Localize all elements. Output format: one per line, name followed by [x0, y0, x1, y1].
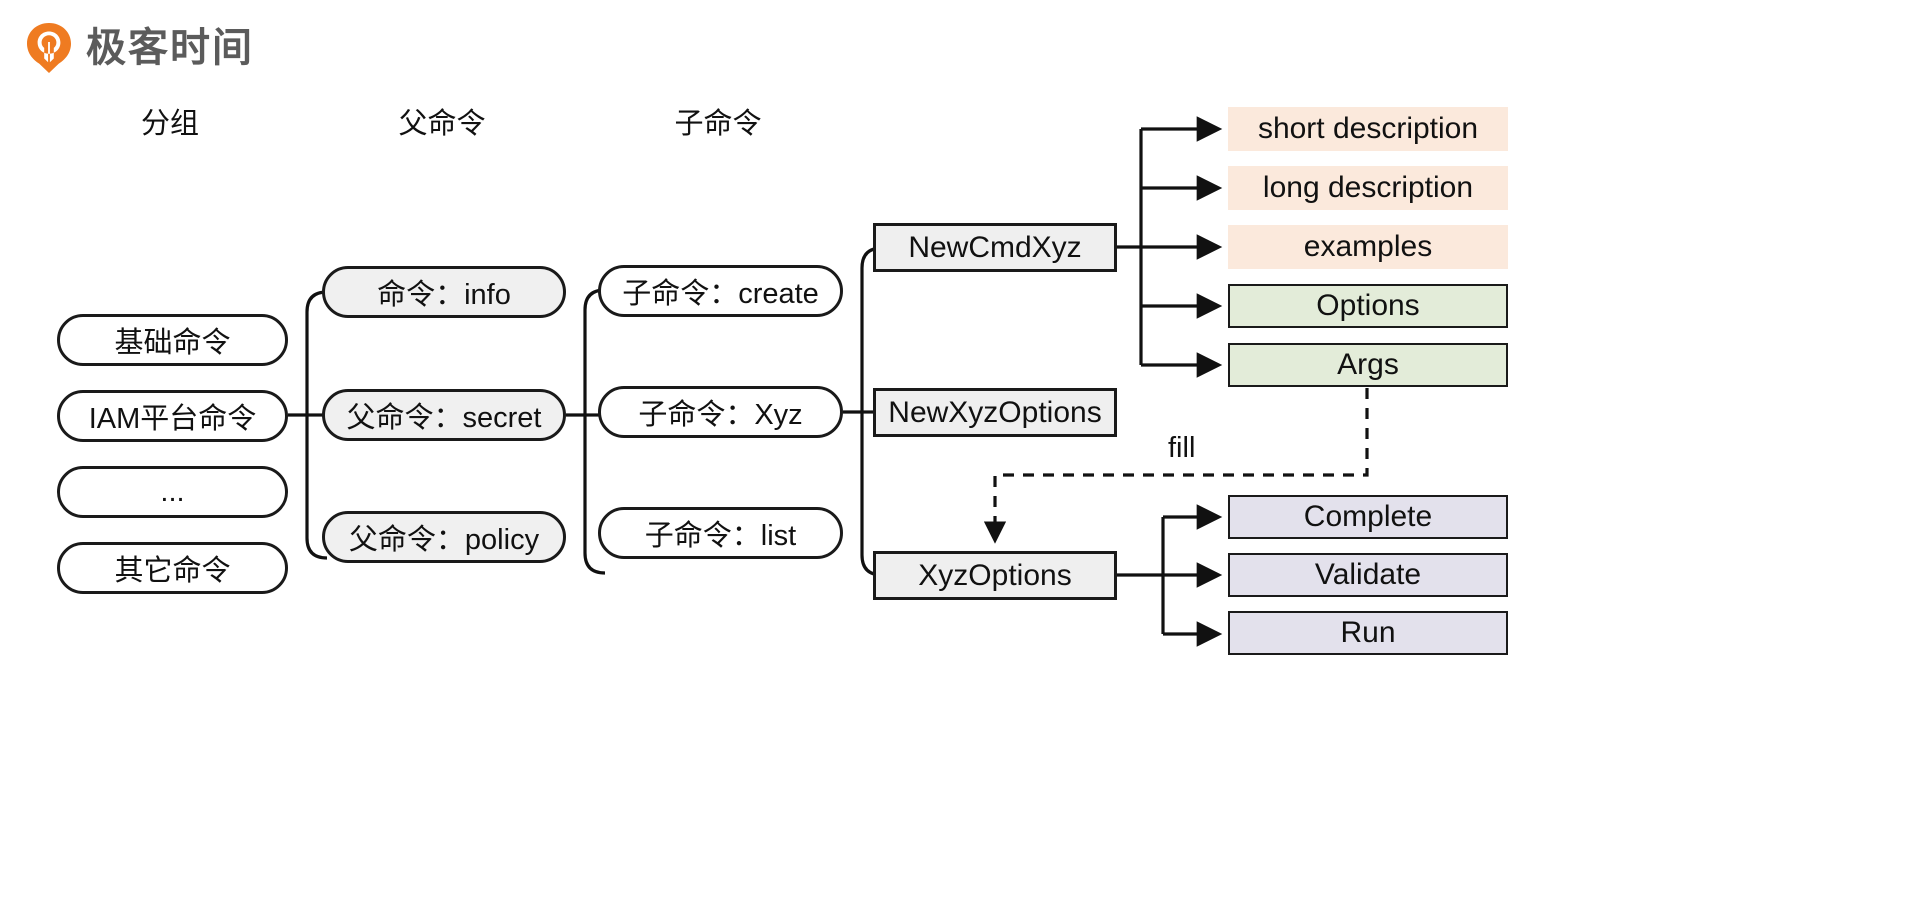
sub-command-create[interactable]: 子命令：create — [598, 265, 843, 317]
cmd-field-args[interactable]: Args — [1228, 343, 1508, 387]
group-iam[interactable]: IAM平台命令 — [57, 390, 288, 442]
brand-name: 极客时间 — [86, 26, 254, 70]
column-header-group: 分组 — [140, 108, 199, 140]
parent-command-secret[interactable]: 父命令：secret — [322, 389, 566, 441]
cmd-field-short-description[interactable]: short description — [1228, 107, 1508, 151]
option-method-complete[interactable]: Complete — [1228, 495, 1508, 539]
group-other[interactable]: 其它命令 — [57, 542, 288, 594]
column-header-sub-command: 子命令 — [674, 108, 762, 140]
option-method-run[interactable]: Run — [1228, 611, 1508, 655]
brand-logo: 极客时间 — [26, 22, 254, 74]
diagram-canvas: 极客时间 分组 父命令 子命令 基础命令 IAM平台命令 ... 其它命令 命令… — [0, 0, 1920, 916]
cmd-field-examples[interactable]: examples — [1228, 225, 1508, 269]
group-basic[interactable]: 基础命令 — [57, 314, 288, 366]
option-method-validate[interactable]: Validate — [1228, 553, 1508, 597]
code-node-xyz-options[interactable]: XyzOptions — [873, 551, 1117, 600]
edge-label-fill: fill — [1168, 432, 1196, 464]
sub-command-list[interactable]: 子命令：list — [598, 507, 843, 559]
sub-command-xyz[interactable]: 子命令：Xyz — [598, 386, 843, 438]
cmd-field-options[interactable]: Options — [1228, 284, 1508, 328]
code-node-new-cmd-xyz[interactable]: NewCmdXyz — [873, 223, 1117, 272]
code-node-new-xyz-options[interactable]: NewXyzOptions — [873, 388, 1117, 437]
group-ellipsis[interactable]: ... — [57, 466, 288, 518]
connector-lines — [288, 116, 1369, 647]
parent-command-info[interactable]: 命令：info — [322, 266, 566, 318]
geektime-logo-icon — [26, 22, 72, 74]
cmd-field-long-description[interactable]: long description — [1228, 166, 1508, 210]
parent-command-policy[interactable]: 父命令：policy — [322, 511, 566, 563]
column-header-parent-command: 父命令 — [398, 108, 486, 140]
